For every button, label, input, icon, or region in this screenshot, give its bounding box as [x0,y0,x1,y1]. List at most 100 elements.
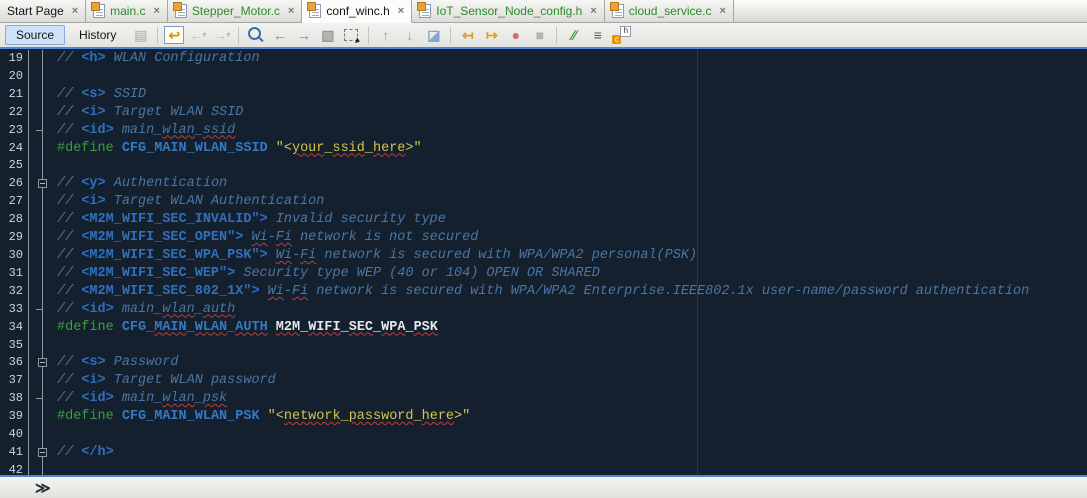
close-icon[interactable]: × [398,5,404,17]
code-text: // <h> WLAN Configuration [57,51,260,66]
code-line[interactable]: 35 [0,336,1087,355]
code-line[interactable]: 34 #define CFG_MAIN_WLAN_AUTH M2M_WIFI_SE… [0,318,1087,337]
fold-column [29,67,43,86]
tab-conf-winc-h[interactable]: conf_winc.h × [302,0,413,23]
line-number[interactable]: 37 [0,372,29,391]
c-file-icon [91,2,106,18]
breadcrumb-bar: ≫ [0,477,1087,498]
line-number[interactable]: 31 [0,264,29,283]
line-number[interactable]: 41 [0,443,29,462]
code-line[interactable]: 25 [0,157,1087,176]
start-macro-recording-icon[interactable]: ● [505,25,526,45]
code-line[interactable]: 33 // <id> main_wlan_auth [0,300,1087,319]
tab-bar: Start Page × main.c × Stepper_Motor.c × conf_w… [0,0,1087,23]
double-chevron-icon[interactable]: ≫ [35,479,51,497]
code-line[interactable]: 40 [0,426,1087,444]
code-line[interactable]: 28 // <M2M_WIFI_SEC_INVALID"> Invalid sec… [0,211,1087,230]
line-number[interactable]: 29 [0,229,29,247]
toolbar-separator [368,26,370,44]
line-number[interactable]: 25 [0,157,29,176]
line-number[interactable]: 23 [0,121,29,140]
line-number[interactable]: 21 [0,85,29,104]
next-bookmark-icon[interactable]: ↓ [399,25,420,45]
find-selection-icon[interactable] [245,25,266,45]
line-number[interactable]: 19 [0,50,29,68]
find-previous-occurrence-icon[interactable]: ← [269,25,290,45]
tab-main-c[interactable]: main.c × [86,0,168,22]
editor-toolbar-icons: ▤ ↩ ← ▾ → ▾ ← → ▧ ↑ ↓ ◪ ↤ ↦ ● ■ ∕∕ ≡ [130,25,632,45]
code-line[interactable]: 23 // <id> main_wlan_ssid [0,121,1087,140]
toggle-bookmark-icon[interactable]: ◪ [423,25,444,45]
line-number[interactable]: 35 [0,336,29,355]
line-number[interactable]: 26 [0,175,29,194]
tab-cloud-service-c[interactable]: cloud_service.c × [604,0,734,22]
code-text: // <s> SSID [57,86,147,102]
toggle-header-source-icon[interactable] [611,25,632,45]
fold-collapse-icon[interactable] [38,358,47,368]
line-number[interactable]: 32 [0,282,29,301]
close-icon[interactable]: × [153,5,159,17]
tab-start-page[interactable]: Start Page × [0,0,87,22]
code-text: // <M2M_WIFI_SEC_INVALID"> Invalid secur… [57,212,446,228]
find-next-occurrence-icon[interactable]: → [293,25,314,45]
code-line[interactable]: 27 // <i> Target WLAN Authentication [0,193,1087,212]
code-line[interactable]: 31 // <M2M_WIFI_SEC_WEP"> Security type W… [0,264,1087,283]
code-line[interactable]: 39 #define CFG_MAIN_WLAN_PSK "<network_pa… [0,408,1087,427]
code-line[interactable]: 21 // <s> SSID [0,85,1087,104]
history-button[interactable]: History [68,25,127,45]
line-number[interactable]: 27 [0,193,29,212]
code-line[interactable]: 20 [0,67,1087,86]
tab-label: Stepper_Motor.c [191,4,280,18]
fold-collapse-icon[interactable] [38,447,47,457]
code-line[interactable]: 24 #define CFG_MAIN_WLAN_SSID "<your_ssid… [0,139,1087,158]
rectangular-selection-icon[interactable] [341,25,362,45]
tab-stepper-motor-c[interactable]: Stepper_Motor.c × [167,0,303,22]
close-icon[interactable]: × [720,5,726,17]
code-line[interactable]: 38 // <id> main_wlan_psk [0,390,1087,409]
line-number[interactable]: 39 [0,408,29,427]
line-number[interactable]: 38 [0,390,29,409]
line-number[interactable]: 33 [0,300,29,319]
line-number[interactable]: 24 [0,139,29,158]
code-line[interactable]: 29 // <M2M_WIFI_SEC_OPEN"> Wi-Fi network … [0,229,1087,247]
line-number[interactable]: 42 [0,461,29,475]
code-editor[interactable]: 19 // <h> WLAN Configuration 20 21 // <s> SS… [0,47,1087,477]
toolbar-separator [556,26,558,44]
shift-line-right-icon[interactable]: ↦ [481,25,502,45]
code-line[interactable]: 19 // <h> WLAN Configuration [0,50,1087,68]
fold-column [29,229,43,247]
line-number[interactable]: 28 [0,211,29,230]
stop-macro-recording-icon[interactable]: ■ [529,25,550,45]
code-line[interactable]: 41 // </h> [0,443,1087,462]
fold-column [29,50,43,68]
source-button[interactable]: Source [5,25,66,45]
last-edit-position-icon[interactable]: ↩ [164,26,185,44]
line-number[interactable]: 40 [0,426,29,444]
line-number[interactable]: 36 [0,354,29,373]
forward-icon: → ▾ [213,27,231,43]
line-number[interactable]: 20 [0,67,29,86]
close-icon[interactable]: × [288,5,294,17]
tab-label: Start Page [7,4,64,18]
code-line[interactable]: 42 [0,461,1087,475]
code-line[interactable]: 26 // <y> Authentication [0,175,1087,194]
toggle-highlight-search-icon[interactable]: ▧ [317,25,338,45]
fold-column [29,103,43,122]
line-number[interactable]: 22 [0,103,29,122]
code-line[interactable]: 36 // <s> Password [0,354,1087,373]
dropdown-caret-icon: ▾ [202,30,207,39]
fold-collapse-icon[interactable] [38,179,47,189]
uncomment-icon[interactable]: ≡ [587,25,608,45]
code-line[interactable]: 32 // <M2M_WIFI_SEC_802_1X"> Wi-Fi networ… [0,282,1087,301]
shift-line-left-icon[interactable]: ↤ [457,25,478,45]
line-number[interactable]: 30 [0,246,29,265]
code-line[interactable]: 22 // <i> Target WLAN SSID [0,103,1087,122]
code-line[interactable]: 37 // <i> Target WLAN password [0,372,1087,391]
comment-icon[interactable]: ∕∕ [563,25,584,45]
tab-iot-sensor-node-config-h[interactable]: IoT_Sensor_Node_config.h × [412,0,605,22]
previous-bookmark-icon[interactable]: ↑ [375,25,396,45]
line-number[interactable]: 34 [0,318,29,337]
close-icon[interactable]: × [72,5,78,17]
close-icon[interactable]: × [590,5,596,17]
code-line[interactable]: 30 // <M2M_WIFI_SEC_WPA_PSK"> Wi-Fi netwo… [0,246,1087,265]
